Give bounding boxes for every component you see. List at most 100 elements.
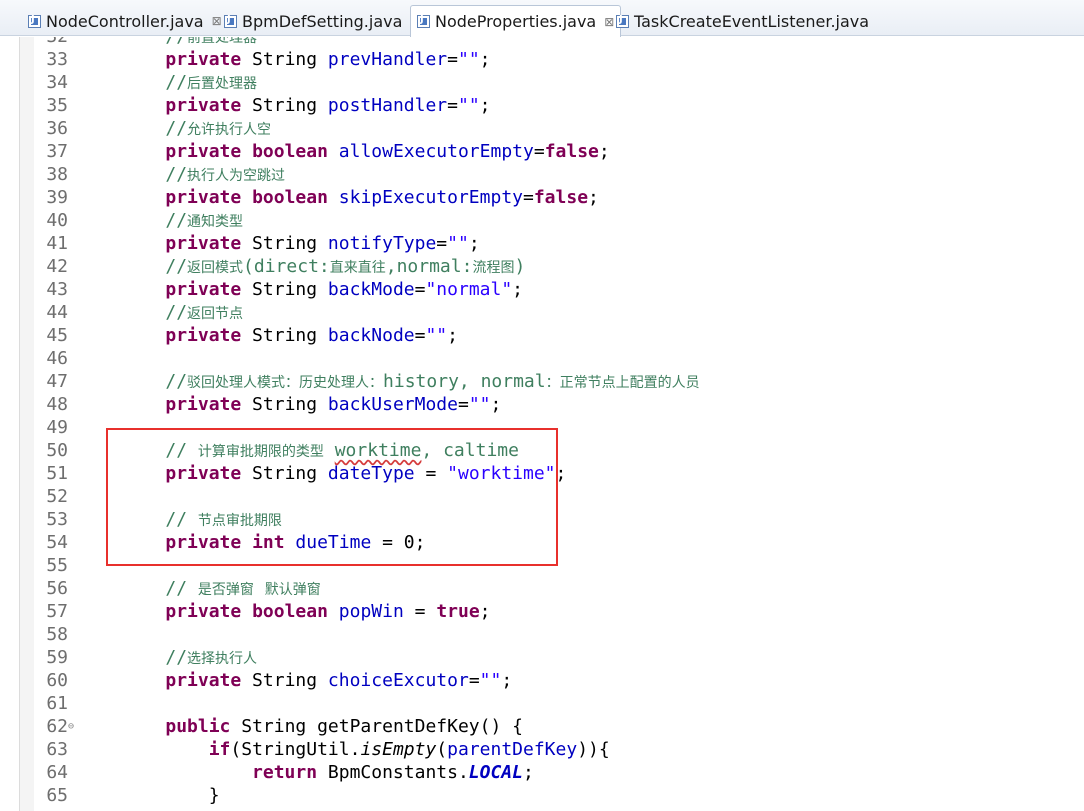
code-token: //通知类型	[165, 210, 244, 231]
code-text: private boolean popWin = true;	[122, 600, 491, 623]
line-number: 37	[46, 141, 68, 162]
code-text: private String notifyType="";	[122, 232, 479, 255]
line-number: 60	[46, 670, 68, 691]
code-text: private String backUserMode="";	[122, 393, 501, 416]
code-token: String	[241, 279, 328, 300]
code-token: backNode	[327, 325, 415, 346]
line-number: 39	[46, 187, 68, 208]
line-number: 52	[46, 486, 68, 507]
code-token: ""	[479, 670, 502, 691]
tab-label: TaskCreateEventListener.java	[634, 11, 870, 31]
code-text: // 计算审批期限的类型 worktime, caltime	[122, 439, 519, 464]
code-editor[interactable]: 32 //前置处理器33 private String prevHandler=…	[34, 37, 1084, 811]
code-token: ;	[479, 95, 491, 116]
code-token: String getParentDefKey() {	[230, 716, 523, 737]
code-token: //返回节点	[165, 302, 244, 323]
java-file-icon	[28, 14, 41, 28]
code-token: //允许执行人空	[165, 118, 272, 139]
line-number: 58	[46, 624, 68, 645]
line-number: 38	[46, 164, 68, 185]
code-text: private String choiceExcutor="";	[122, 669, 512, 692]
line-number: 44	[46, 302, 68, 323]
code-token: notifyType	[327, 233, 437, 254]
code-text: // 节点审批期限	[122, 508, 282, 533]
code-token: ""	[468, 394, 491, 415]
code-token: skipExecutorEmpty	[338, 187, 523, 208]
line-number: 53	[46, 509, 68, 530]
code-token: isEmpty	[360, 739, 437, 760]
tab-label: BpmDefSetting.java	[242, 11, 403, 31]
fold-toggle-icon[interactable]: ⊖	[68, 715, 74, 738]
code-text: private boolean skipExecutorEmpty=false;	[122, 186, 599, 209]
code-token: ;	[588, 187, 599, 208]
line-number: 34	[46, 72, 68, 93]
code-text: private boolean allowExecutorEmpty=false…	[122, 140, 609, 163]
code-text: //选择执行人	[122, 646, 257, 671]
code-token: )){	[577, 739, 610, 760]
annotation-ruler	[20, 37, 34, 811]
code-token: "worktime"	[447, 463, 556, 484]
code-text: private int dueTime = 0;	[122, 531, 425, 554]
code-token: if	[208, 739, 231, 760]
code-token: =	[403, 601, 437, 622]
line-number: 51	[46, 463, 68, 484]
line-number: 42	[46, 256, 68, 277]
code-token: allowExecutorEmpty	[338, 141, 534, 162]
code-token: =	[523, 187, 534, 208]
code-token: private	[165, 95, 242, 116]
code-token: private	[165, 325, 242, 346]
code-text: }	[122, 784, 220, 807]
code-token: dueTime	[295, 532, 372, 553]
code-token: ;	[447, 325, 458, 346]
line-number: 61	[46, 693, 68, 714]
code-token: String	[241, 394, 328, 415]
tab-bpmdefsetting[interactable]: BpmDefSetting.java	[218, 6, 408, 36]
code-token: ;	[479, 601, 491, 622]
code-text: //返回模式(direct:直来直往,normal:流程图)	[122, 255, 525, 280]
code-token: ;	[501, 670, 513, 691]
code-token: ""	[425, 325, 448, 346]
tab-nodecontroller[interactable]: NodeController.java ⊠	[22, 6, 228, 36]
code-token: private	[165, 233, 242, 254]
code-token: =	[436, 233, 448, 254]
code-token: choiceExcutor	[327, 670, 469, 691]
tab-taskcreateeventlistener[interactable]: TaskCreateEventListener.java	[610, 6, 875, 36]
code-token: private	[165, 141, 242, 162]
line-number: 45	[46, 325, 68, 346]
code-token: private	[165, 601, 242, 622]
code-token: =	[447, 95, 458, 116]
code-token: (	[436, 739, 448, 760]
code-token: =	[414, 279, 426, 300]
line-number: 32	[34, 37, 68, 48]
code-token: // 节点审批期限	[165, 509, 282, 530]
code-token: return	[252, 762, 318, 783]
line-number: 64	[46, 762, 68, 783]
code-token: true	[436, 601, 480, 622]
code-token: //执行人为空跳过	[165, 164, 286, 185]
tab-label: NodeProperties.java	[435, 12, 597, 31]
code-token: false	[544, 141, 599, 162]
tab-nodeproperties[interactable]: NodeProperties.java ⊠	[410, 5, 622, 37]
code-token: private	[165, 279, 242, 300]
code-token: "normal"	[425, 279, 513, 300]
code-token: parentDefKey	[447, 739, 578, 760]
line-number: 36	[46, 118, 68, 139]
code-text: //执行人为空跳过	[122, 163, 285, 188]
